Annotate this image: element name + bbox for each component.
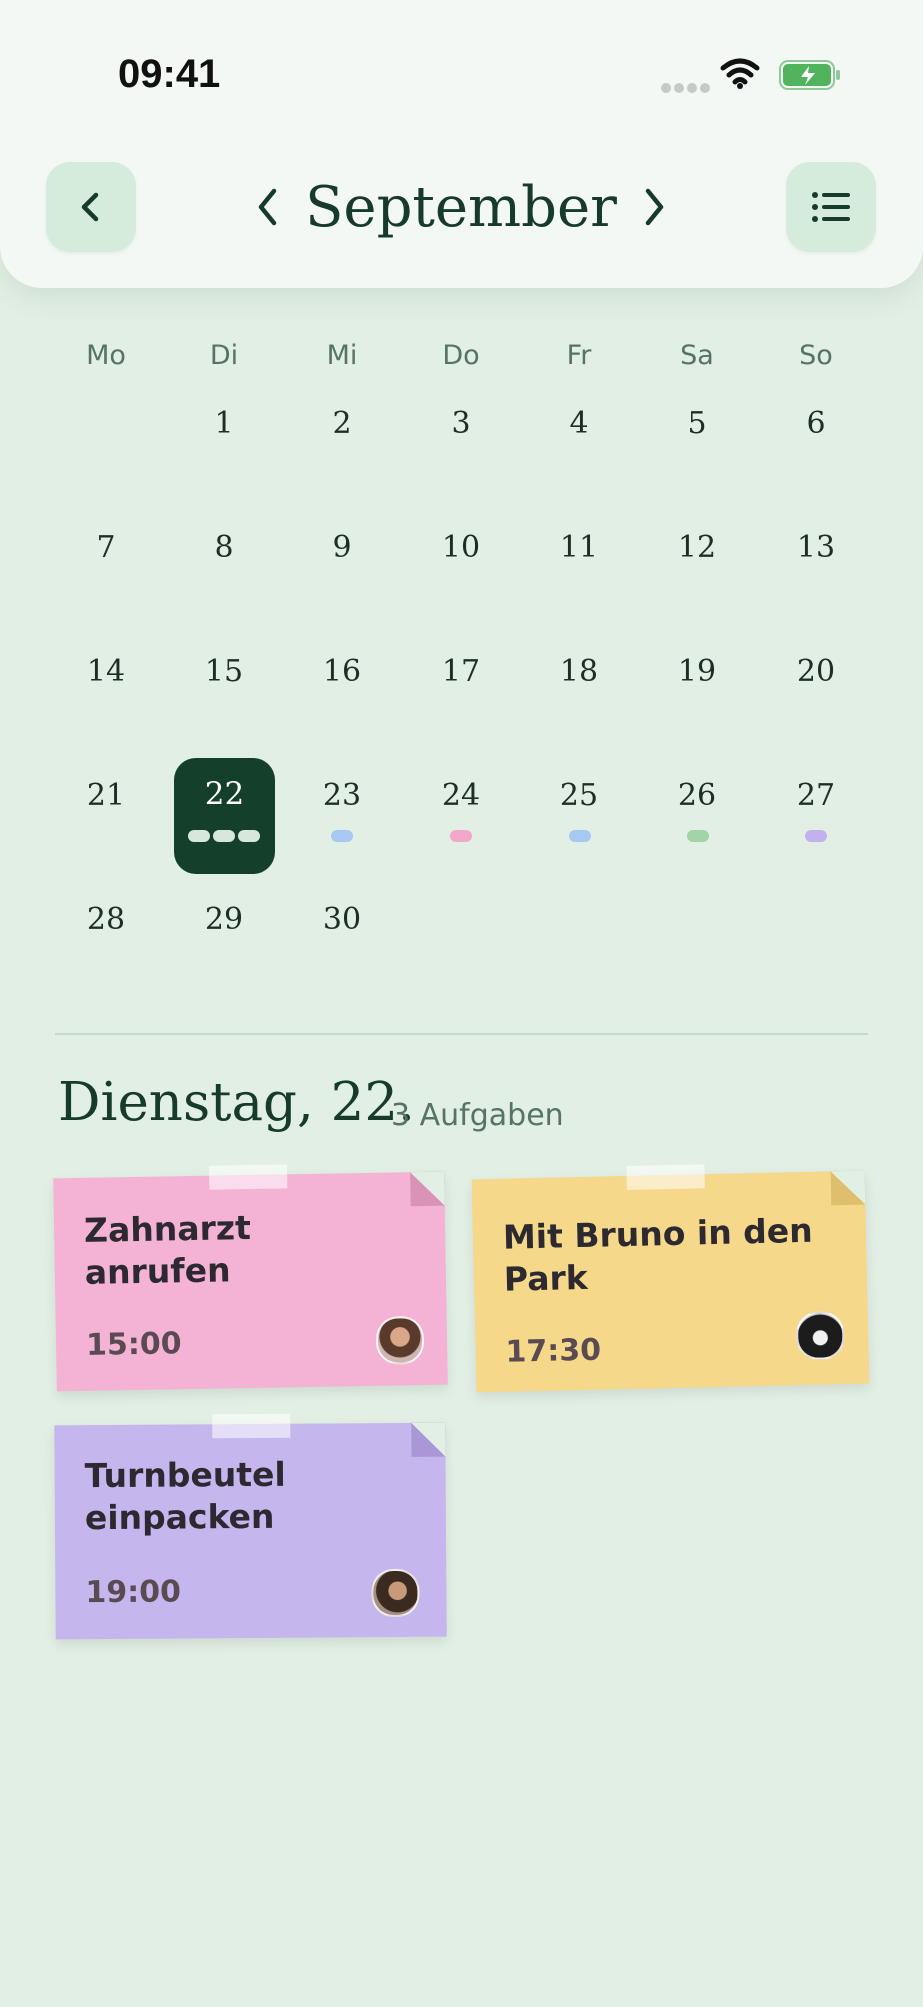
event-dot-blue [569, 830, 591, 842]
weekday-label: Do [442, 340, 480, 371]
calendar-day[interactable]: 14 [56, 642, 156, 702]
back-icon [81, 192, 99, 222]
event-dot-blue [331, 830, 353, 842]
selected-day-number: 22 [204, 776, 245, 812]
calendar-day[interactable]: 30 [292, 890, 392, 950]
weekday-label: Mo [86, 340, 126, 371]
list-view-button[interactable] [786, 162, 876, 252]
calendar-day[interactable]: 8 [174, 518, 274, 578]
status-time: 09:41 [118, 52, 221, 96]
event-dot-purple [805, 830, 827, 842]
task-count: 3 Aufgaben [391, 1098, 564, 1133]
note-title: Mit Bruno in den Park [502, 1210, 814, 1299]
calendar-day[interactable]: 27 [766, 766, 866, 826]
note-time: 19:00 [85, 1574, 182, 1611]
calendar-day[interactable]: 3 [411, 394, 511, 454]
task-note[interactable]: Zahnarzt anrufen 15:00 [53, 1164, 448, 1392]
calendar-day[interactable]: 29 [174, 890, 274, 950]
tape [626, 1164, 705, 1190]
weekday-label: Di [209, 340, 239, 371]
calendar-day[interactable]: 9 [292, 518, 392, 578]
calendar-day[interactable]: 7 [56, 518, 156, 578]
divider [55, 1033, 868, 1035]
calendar-day[interactable]: 24 [411, 766, 511, 826]
calendar-day[interactable]: 5 [647, 394, 747, 454]
calendar-day[interactable]: 19 [647, 642, 747, 702]
calendar-day[interactable]: 17 [411, 642, 511, 702]
calendar-day[interactable]: 1 [174, 394, 274, 454]
chevron-left-icon [258, 188, 277, 226]
tape [212, 1413, 291, 1439]
battery-icon [779, 60, 840, 90]
weekday-label: So [799, 340, 833, 371]
chevron-right-icon [645, 188, 664, 226]
note-title: Zahnarzt anrufen [83, 1207, 252, 1292]
note-title: Turnbeutel einpacken [84, 1454, 286, 1538]
event-dot-pink [450, 830, 472, 842]
child-avatar [371, 1568, 420, 1618]
selected-day-title: Dienstag, 22. [58, 1072, 415, 1133]
weekday-label: Sa [680, 340, 714, 371]
wifi-icon [720, 58, 760, 89]
calendar-day[interactable]: 18 [529, 642, 629, 702]
weekday-label: Fr [566, 340, 592, 371]
weekday-label: Mi [326, 340, 358, 371]
calendar-day[interactable]: 28 [56, 890, 156, 950]
event-indicators [188, 829, 263, 847]
list-icon [812, 192, 850, 222]
back-button[interactable] [46, 162, 136, 252]
note-time: 15:00 [85, 1326, 182, 1363]
header: 09:41 September [0, 0, 923, 288]
calendar-day[interactable]: 26 [647, 766, 747, 826]
cellular-signal-icon [661, 80, 713, 98]
calendar-day[interactable]: 6 [766, 394, 866, 454]
dog-avatar [795, 1311, 845, 1361]
calendar-day[interactable]: 20 [766, 642, 866, 702]
calendar-day[interactable]: 21 [56, 766, 156, 826]
girl-avatar [375, 1315, 425, 1365]
note-time: 17:30 [505, 1332, 602, 1370]
month-title: September [305, 175, 617, 240]
next-month-button[interactable] [634, 175, 674, 239]
calendar-day[interactable]: 13 [766, 518, 866, 578]
event-dot-green [687, 830, 709, 842]
calendar-day[interactable]: 16 [292, 642, 392, 702]
calendar-day[interactable]: 10 [411, 518, 511, 578]
calendar-day[interactable]: 11 [529, 518, 629, 578]
calendar-day[interactable]: 4 [529, 394, 629, 454]
tape [208, 1164, 288, 1190]
previous-month-button[interactable] [248, 175, 288, 239]
calendar-day[interactable]: 12 [647, 518, 747, 578]
selected-calendar-day[interactable]: 22 [174, 758, 275, 874]
calendar-day[interactable]: 25 [529, 766, 629, 826]
task-note[interactable]: Mit Bruno in den Park 17:30 [471, 1164, 870, 1393]
task-note[interactable]: Turnbeutel einpacken 19:00 [54, 1413, 447, 1640]
calendar-day[interactable]: 15 [174, 642, 274, 702]
calendar-day[interactable]: 2 [292, 394, 392, 454]
calendar-day[interactable]: 23 [292, 766, 392, 826]
